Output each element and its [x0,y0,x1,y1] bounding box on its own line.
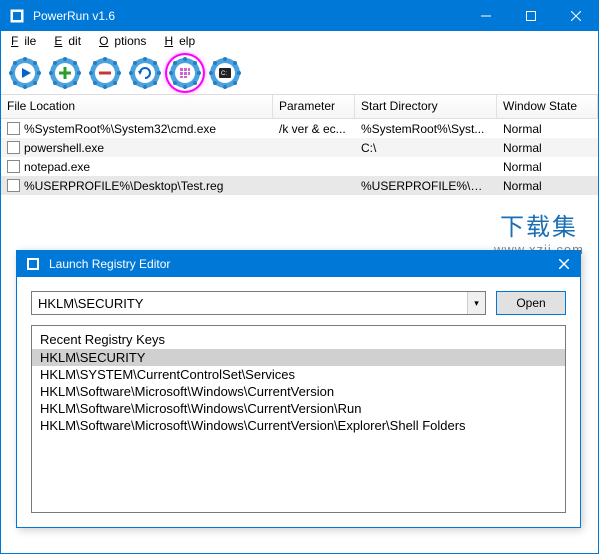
file-icon [7,141,20,154]
col-header-startdir[interactable]: Start Directory [355,95,497,118]
svg-text:C:: C: [221,71,227,77]
file-icon [7,122,20,135]
col-header-location[interactable]: File Location [1,95,273,118]
file-icon [7,179,20,192]
dialog-title: Launch Registry Editor [49,257,548,271]
open-button[interactable]: Open [496,291,566,315]
registry-path-input[interactable] [32,292,467,314]
dialog-close-button[interactable] [548,251,580,277]
file-list: %SystemRoot%\System32\cmd.exe /k ver & e… [1,119,598,195]
menu-file[interactable]: File [5,32,48,50]
list-row[interactable]: %SystemRoot%\System32\cmd.exe /k ver & e… [1,119,598,138]
menu-edit[interactable]: Edit [48,32,93,50]
main-titlebar: PowerRun v1.6 [1,1,598,31]
menu-options[interactable]: Options [93,32,158,50]
recent-keys-list: Recent Registry Keys HKLM\SECURITY HKLM\… [31,325,566,513]
add-button[interactable] [47,55,83,91]
menu-help[interactable]: Help [158,32,207,50]
recent-item[interactable]: HKLM\SECURITY [32,349,565,366]
toolbar: C: [1,51,598,95]
list-header: File Location Parameter Start Directory … [1,95,598,119]
registry-path-combo[interactable]: ▾ [31,291,486,315]
chevron-down-icon[interactable]: ▾ [467,292,485,314]
close-button[interactable] [553,1,598,31]
file-icon [7,160,20,173]
dialog-icon [25,256,41,272]
registry-button[interactable] [167,55,203,91]
list-row[interactable]: powershell.exe C:\ Normal [1,138,598,157]
recent-keys-label: Recent Registry Keys [32,330,565,349]
dialog-titlebar: Launch Registry Editor [17,251,580,277]
registry-dialog: Launch Registry Editor ▾ Open Recent Reg… [16,250,581,528]
minimize-button[interactable] [463,1,508,31]
list-row[interactable]: %USERPROFILE%\Desktop\Test.reg %USERPROF… [1,176,598,195]
maximize-button[interactable] [508,1,553,31]
recent-item[interactable]: HKLM\SYSTEM\CurrentControlSet\Services [32,366,565,383]
remove-button[interactable] [87,55,123,91]
main-window-title: PowerRun v1.6 [33,9,463,23]
menubar: File Edit Options Help [1,31,598,51]
recent-item[interactable]: HKLM\Software\Microsoft\Windows\CurrentV… [32,400,565,417]
recent-item[interactable]: HKLM\Software\Microsoft\Windows\CurrentV… [32,417,565,434]
col-header-windowstate[interactable]: Window State [497,95,598,118]
col-header-parameter[interactable]: Parameter [273,95,355,118]
app-icon [9,8,25,24]
recent-item[interactable]: HKLM\Software\Microsoft\Windows\CurrentV… [32,383,565,400]
cmd-button[interactable]: C: [207,55,243,91]
list-row[interactable]: notepad.exe Normal [1,157,598,176]
refresh-button[interactable] [127,55,163,91]
run-button[interactable] [7,55,43,91]
